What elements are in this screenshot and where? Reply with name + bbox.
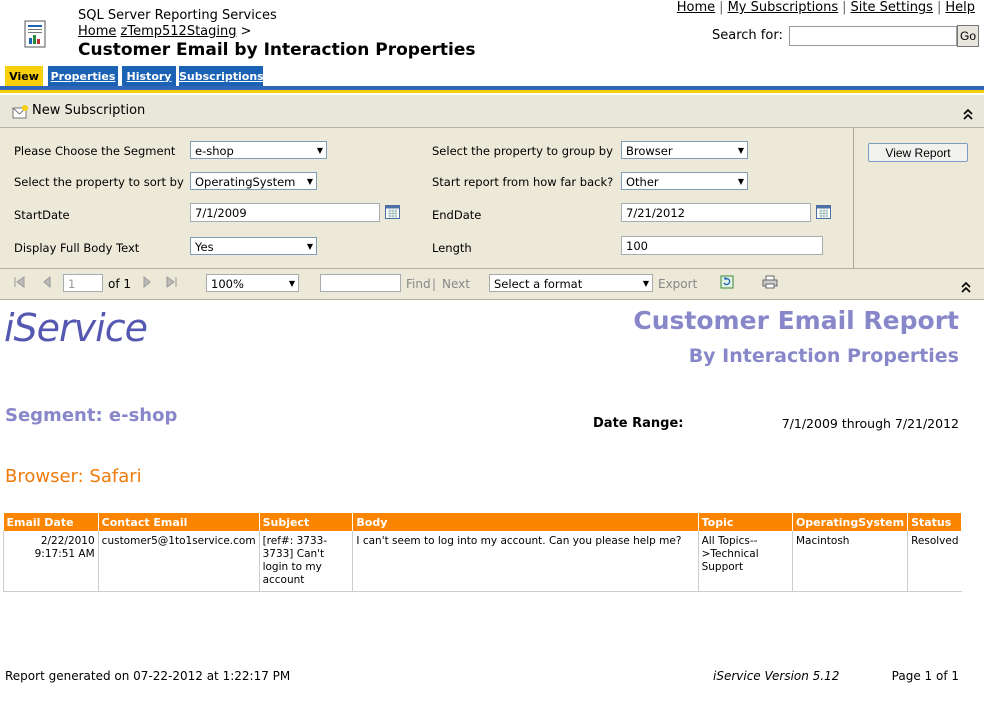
- subscription-bar: New Subscription: [0, 95, 984, 128]
- parameters-panel: Please Choose the Segment e-shop ▼ Select…: [0, 128, 854, 268]
- breadcrumb-home-link[interactable]: Home: [78, 24, 116, 39]
- column-header: Topic: [698, 513, 793, 531]
- site-settings-link[interactable]: Site Settings: [851, 0, 933, 15]
- end-date-label: EndDate: [432, 208, 482, 222]
- first-page-icon[interactable]: [13, 276, 25, 291]
- report-title: Customer Email Report: [633, 306, 959, 335]
- find-input[interactable]: [320, 274, 401, 292]
- tab-accent-line: [0, 90, 984, 93]
- tab-properties[interactable]: Properties: [48, 66, 118, 87]
- group-by-select[interactable]: Browser ▼: [621, 141, 748, 159]
- date-range-value: 7/1/2009 through 7/21/2012: [781, 416, 959, 431]
- email-date-cell: 2/22/2010 9:17:51 AM: [3, 531, 99, 592]
- group-by-label: Select the property to group by: [432, 144, 613, 158]
- table-header-row: Email Date Contact Email Subject Body To…: [3, 513, 962, 531]
- search-label: Search for:: [712, 28, 783, 43]
- toolbar-collapse-icon[interactable]: [960, 278, 972, 297]
- page-number-input[interactable]: 1: [63, 274, 103, 292]
- column-header: Status: [907, 513, 962, 531]
- help-link[interactable]: Help: [945, 0, 975, 15]
- how-far-back-select[interactable]: Other ▼: [621, 172, 748, 190]
- previous-page-icon[interactable]: [42, 275, 52, 291]
- find-link[interactable]: Find: [406, 277, 431, 291]
- start-date-label: StartDate: [14, 208, 70, 222]
- report-toolbar: 1 of 1 100% ▼ Find | Next Select a format…: [0, 268, 984, 300]
- tab-view[interactable]: View: [5, 66, 43, 87]
- go-button[interactable]: Go: [957, 25, 979, 47]
- length-label: Length: [432, 241, 472, 255]
- tab-subscriptions[interactable]: Subscriptions: [179, 66, 264, 87]
- subject-cell: [ref#: 3733-3733] Can't login to my acco…: [259, 531, 354, 592]
- body-cell: I can't seem to log into my account. Can…: [352, 531, 699, 592]
- breadcrumb: Home > zTemp512Staging >: [78, 24, 252, 39]
- column-header: Subject: [259, 513, 354, 531]
- report-generated-text: Report generated on 07-22-2012 at 1:22:1…: [5, 669, 291, 683]
- column-header: OperatingSystem: [792, 513, 909, 531]
- column-header: Contact Email: [98, 513, 260, 531]
- date-range-label: Date Range:: [593, 416, 684, 431]
- column-header: Email Date: [3, 513, 99, 531]
- page-count: of 1: [108, 277, 132, 291]
- start-date-input[interactable]: 7/1/2009: [190, 203, 380, 222]
- length-input[interactable]: 100: [621, 236, 823, 255]
- results-table: Email Date Contact Email Subject Body To…: [3, 513, 962, 592]
- global-links: Home | My Subscriptions | Site Settings | Help: [676, 0, 975, 15]
- new-subscription-icon[interactable]: [12, 104, 28, 119]
- segment-select[interactable]: e-shop ▼: [190, 141, 327, 159]
- sort-by-select[interactable]: OperatingSystem ▼: [190, 172, 317, 190]
- my-subscriptions-link[interactable]: My Subscriptions: [728, 0, 839, 15]
- breadcrumb-separator: >: [240, 24, 252, 39]
- app-name: SQL Server Reporting Services: [78, 8, 277, 23]
- column-header: Body: [352, 513, 699, 531]
- iservice-logo: iService: [4, 306, 148, 350]
- end-date-calendar-icon[interactable]: [816, 204, 831, 219]
- sort-by-label: Select the property to sort by: [14, 175, 184, 189]
- print-icon[interactable]: [762, 275, 778, 292]
- how-far-back-label: Start report from how far back?: [432, 175, 614, 189]
- refresh-icon[interactable]: [720, 275, 734, 292]
- segment-label: Please Choose the Segment: [14, 144, 176, 158]
- new-subscription-link[interactable]: New Subscription: [32, 103, 145, 118]
- os-cell: Macintosh: [792, 531, 909, 592]
- export-link[interactable]: Export: [658, 277, 697, 291]
- page-indicator: Page 1 of 1: [891, 669, 959, 683]
- topic-cell: All Topics-->Technical Support: [698, 531, 793, 592]
- export-format-select[interactable]: Select a format ▼: [489, 274, 653, 292]
- full-body-select[interactable]: Yes ▼: [190, 237, 317, 255]
- home-link[interactable]: Home: [677, 0, 715, 15]
- view-report-button[interactable]: View Report: [868, 143, 968, 162]
- status-cell: Resolved: [907, 531, 962, 592]
- contact-email-cell: customer5@1to1service.com: [98, 531, 260, 592]
- start-date-calendar-icon[interactable]: [385, 204, 400, 219]
- next-link[interactable]: Next: [442, 277, 470, 291]
- end-date-input[interactable]: 7/21/2012: [621, 203, 811, 222]
- page-title: Customer Email by Interaction Properties: [78, 40, 476, 60]
- group-heading: Browser: Safari: [5, 466, 142, 487]
- full-body-label: Display Full Body Text: [14, 241, 140, 255]
- report-icon: [24, 20, 50, 50]
- segment-heading: Segment: e-shop: [5, 405, 178, 426]
- zoom-select[interactable]: 100% ▼: [206, 274, 299, 292]
- next-page-icon[interactable]: [142, 275, 152, 291]
- search-input[interactable]: [789, 26, 957, 46]
- breadcrumb-folder-link[interactable]: zTemp512Staging: [121, 24, 237, 39]
- version-text: iService Version 5.12: [713, 669, 840, 683]
- tab-history[interactable]: History: [122, 66, 176, 87]
- collapse-icon[interactable]: [962, 105, 974, 124]
- find-separator: |: [432, 277, 437, 291]
- last-page-icon[interactable]: [166, 276, 178, 291]
- table-row: 2/22/2010 9:17:51 AM customer5@1to1servic…: [3, 531, 962, 592]
- report-subtitle: By Interaction Properties: [688, 345, 959, 367]
